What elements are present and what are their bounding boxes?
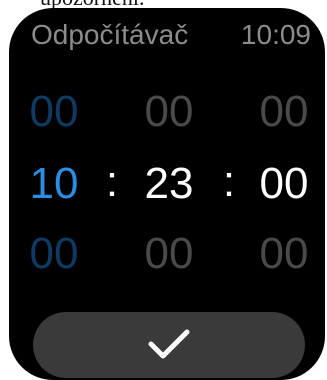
- watch-screen: Odpočítávač 10:09 00 00 00 10 : 23 : 00 …: [9, 8, 325, 380]
- seconds-selected[interactable]: 00: [249, 156, 319, 212]
- minutes-selected[interactable]: 23: [134, 156, 204, 212]
- seconds-next[interactable]: 00: [249, 226, 319, 282]
- hours-previous[interactable]: 00: [19, 84, 89, 140]
- hours-next[interactable]: 00: [19, 226, 89, 282]
- time-picker[interactable]: 00 00 00 10 : 23 : 00 00 00 00: [9, 78, 325, 308]
- confirm-button[interactable]: [33, 312, 305, 378]
- picker-row-previous: 00 00 00: [9, 84, 325, 144]
- hours-selected[interactable]: 10: [19, 156, 89, 212]
- clock-time: 10:09: [240, 19, 311, 50]
- app-title: Odpočítávač: [31, 19, 189, 50]
- picker-row-next: 00 00 00: [9, 226, 325, 286]
- check-icon: [148, 329, 190, 359]
- minutes-previous[interactable]: 00: [134, 84, 204, 140]
- separator-hours-minutes: :: [105, 157, 119, 206]
- picker-row-selected: 10 : 23 : 00: [9, 156, 325, 216]
- status-bar: Odpočítávač 10:09: [9, 8, 325, 60]
- seconds-previous[interactable]: 00: [249, 84, 319, 140]
- minutes-next[interactable]: 00: [134, 226, 204, 282]
- separator-minutes-seconds: :: [222, 157, 236, 206]
